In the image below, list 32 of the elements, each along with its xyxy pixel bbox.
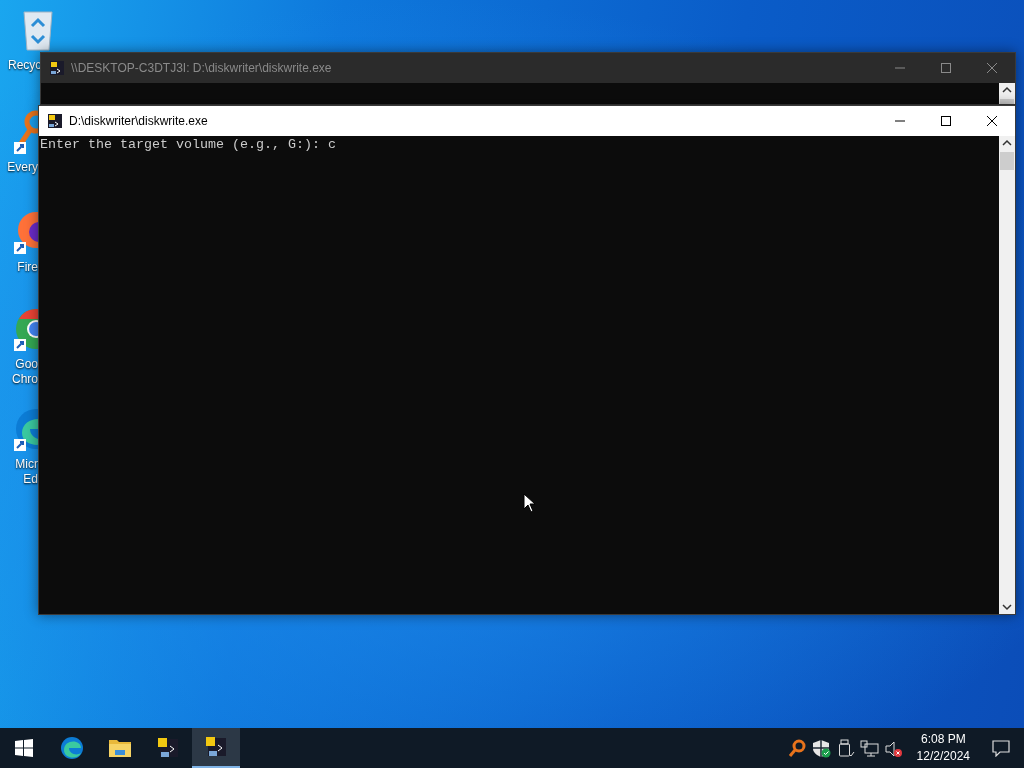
- console-app-icon: [204, 735, 228, 759]
- scroll-thumb[interactable]: [1000, 152, 1014, 170]
- clock[interactable]: 6:08 PM 12/2/2024: [908, 728, 978, 768]
- maximize-icon: [941, 116, 951, 126]
- icon-label: Ed: [23, 472, 38, 487]
- icon-label: Fire: [17, 260, 38, 275]
- network-icon[interactable]: [859, 738, 879, 758]
- console-app-icon: [156, 736, 180, 760]
- icon-label: Recyc: [8, 58, 42, 73]
- scrollbar[interactable]: [999, 83, 1015, 104]
- browser-icon: [60, 736, 84, 760]
- shield-icon[interactable]: [811, 738, 831, 758]
- console-app-icon: [47, 113, 63, 129]
- icon-label: Every: [7, 160, 38, 175]
- icon-label: Micr: [15, 457, 38, 472]
- scroll-thumb[interactable]: [1000, 99, 1014, 104]
- magnifier-icon[interactable]: [787, 738, 807, 758]
- mouse-pointer-icon: [523, 493, 537, 513]
- icon-label: Chro: [12, 372, 38, 387]
- window-title: \\DESKTOP-C3DTJ3I: D:\diskwriter\diskwrite.exe: [71, 61, 333, 75]
- window-title: D:\diskwriter\diskwrite.exe: [69, 114, 209, 128]
- speech-bubble-icon: [992, 739, 1010, 757]
- maximize-icon: [941, 63, 951, 73]
- scrollbar[interactable]: [999, 136, 1015, 614]
- icon-label: Goo: [15, 357, 38, 372]
- console-line: Enter the target volume (e.g., G:): c: [40, 137, 337, 153]
- taskbar-button[interactable]: [192, 728, 240, 768]
- close-icon: [987, 63, 997, 73]
- console-app-icon: [49, 60, 65, 76]
- close-icon: [987, 116, 997, 126]
- windows-logo-icon: [15, 739, 33, 757]
- magnifier-icon[interactable]: [12, 108, 38, 156]
